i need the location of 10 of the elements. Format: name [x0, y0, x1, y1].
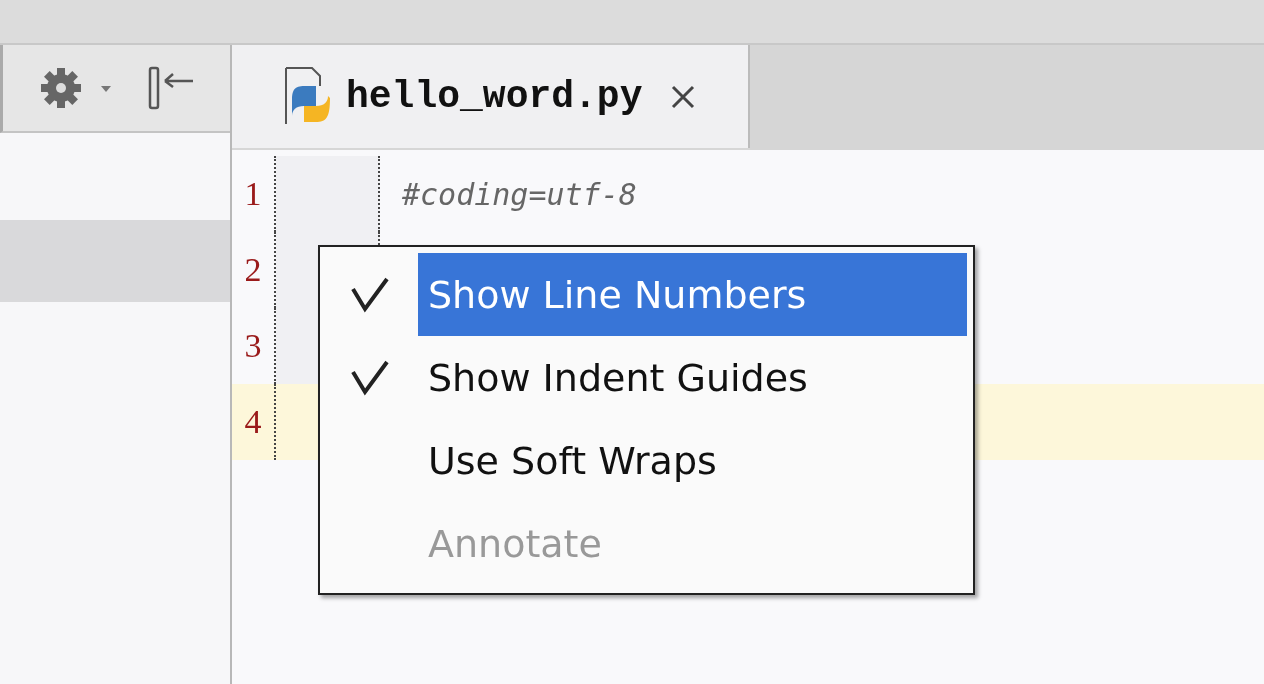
line-number: 4	[244, 403, 262, 441]
line-number: 3	[244, 327, 262, 365]
code-comment: #coding=utf-8	[402, 176, 637, 212]
line-number: 2	[244, 251, 262, 289]
line-number: 1	[244, 175, 262, 213]
editor-tab[interactable]: hello_word.py	[232, 45, 750, 148]
menu-item[interactable]: Show Indent Guides	[418, 336, 967, 419]
menu-item[interactable]: Show Line Numbers	[418, 253, 967, 336]
menu-item[interactable]: Use Soft Wraps	[418, 419, 967, 502]
close-icon[interactable]	[670, 83, 697, 110]
